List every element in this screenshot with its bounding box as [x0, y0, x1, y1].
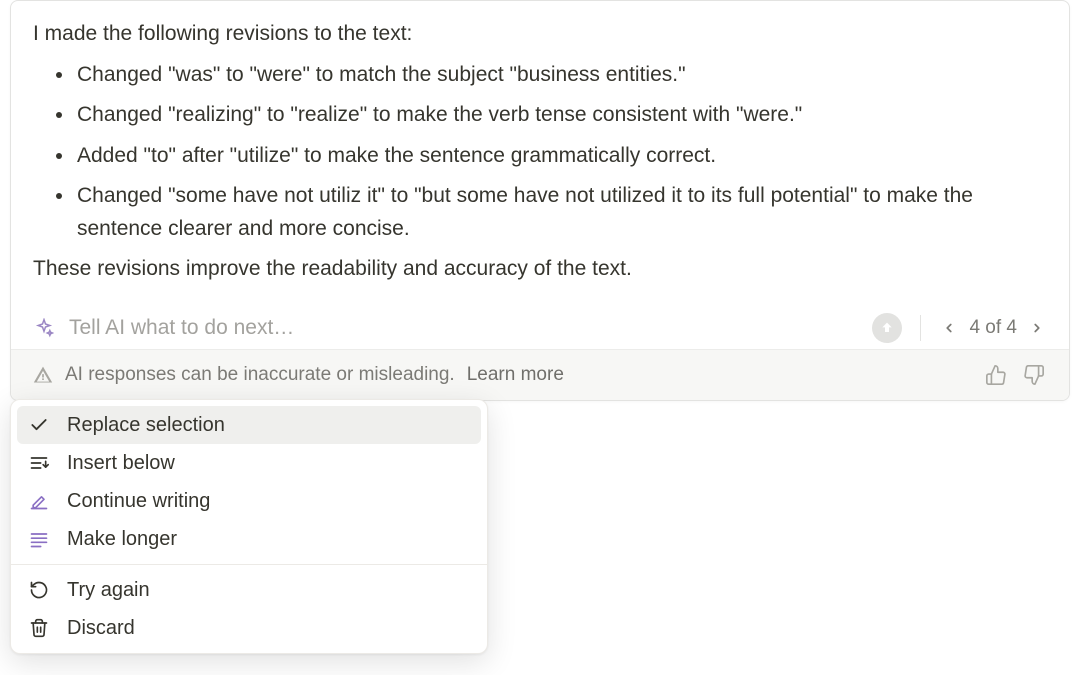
menu-item-replace-selection[interactable]: Replace selection — [17, 406, 481, 444]
pager-next-button[interactable] — [1027, 318, 1047, 338]
response-pager: 4 of 4 — [939, 317, 1047, 339]
lines-icon — [27, 527, 51, 551]
ai-footer: AI responses can be inaccurate or mislea… — [11, 349, 1069, 400]
pager-prev-button[interactable] — [939, 318, 959, 338]
menu-item-label: Continue writing — [67, 490, 210, 513]
check-icon — [27, 413, 51, 437]
list-item: Added "to" after "utilize" to make the s… — [75, 140, 1047, 173]
sparkle-icon — [33, 317, 55, 339]
ai-response-panel: I made the following revisions to the te… — [10, 0, 1070, 401]
ai-actions-menu: Replace selection Insert below Continue … — [10, 399, 488, 654]
menu-item-continue-writing[interactable]: Continue writing — [17, 482, 481, 520]
learn-more-link[interactable]: Learn more — [467, 364, 564, 386]
pencil-line-icon — [27, 489, 51, 513]
send-button[interactable] — [872, 313, 902, 343]
response-list: Changed "was" to "were" to match the sub… — [33, 59, 1047, 246]
menu-item-discard[interactable]: Discard — [17, 609, 481, 647]
menu-item-label: Insert below — [67, 452, 175, 475]
disclaimer-text: AI responses can be inaccurate or mislea… — [65, 364, 455, 386]
pager-label: 4 of 4 — [969, 317, 1017, 339]
response-intro: I made the following revisions to the te… — [33, 18, 1047, 51]
insert-below-icon — [27, 451, 51, 475]
menu-item-try-again[interactable]: Try again — [17, 571, 481, 609]
menu-separator — [11, 564, 487, 565]
menu-item-make-longer[interactable]: Make longer — [17, 520, 481, 558]
list-item: Changed "was" to "were" to match the sub… — [75, 59, 1047, 92]
divider — [920, 315, 921, 341]
thumbs-up-button[interactable] — [983, 362, 1009, 388]
trash-icon — [27, 616, 51, 640]
menu-item-label: Replace selection — [67, 414, 225, 437]
menu-item-label: Discard — [67, 617, 135, 640]
ai-response-content: I made the following revisions to the te… — [11, 1, 1069, 307]
menu-item-label: Try again — [67, 579, 150, 602]
list-item: Changed "realizing" to "realize" to make… — [75, 99, 1047, 132]
thumbs-down-button[interactable] — [1021, 362, 1047, 388]
menu-item-label: Make longer — [67, 528, 177, 551]
warning-icon — [33, 365, 53, 385]
response-outro: These revisions improve the readability … — [33, 253, 1047, 286]
ai-input-row: 4 of 4 — [11, 307, 1069, 349]
ai-prompt-input[interactable] — [69, 316, 858, 340]
retry-icon — [27, 578, 51, 602]
list-item: Changed "some have not utiliz it" to "bu… — [75, 180, 1047, 245]
menu-item-insert-below[interactable]: Insert below — [17, 444, 481, 482]
